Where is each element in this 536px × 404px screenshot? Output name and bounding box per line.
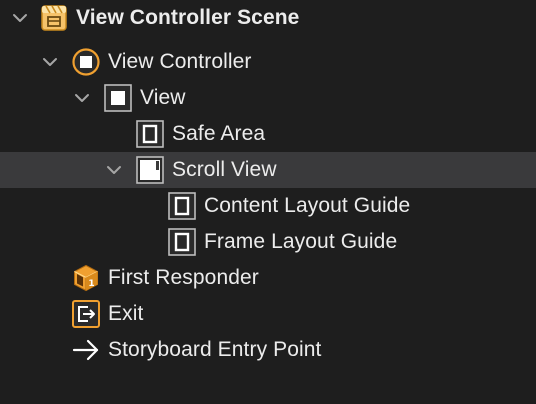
outline-item-view-controller-scene[interactable]: View Controller Scene [0, 0, 536, 36]
outline-item-label: Scroll View [172, 158, 277, 181]
outline-item-label: Frame Layout Guide [204, 230, 398, 253]
outline-item-label: View Controller [108, 50, 252, 73]
layout-guide-icon [168, 228, 196, 256]
arrow-right-icon [72, 336, 100, 364]
outline-item-label: Safe Area [172, 122, 266, 145]
outline-item-label: First Responder [108, 266, 259, 289]
outline-item-storyboard-entry-point[interactable]: Storyboard Entry Point [0, 332, 536, 368]
outline-item-safe-area[interactable]: Safe Area [0, 116, 536, 152]
outline-item-exit[interactable]: Exit [0, 296, 536, 332]
outline-item-label: View [140, 86, 186, 109]
outline-item-label: Content Layout Guide [204, 194, 411, 217]
chevron-down-icon[interactable] [40, 52, 60, 72]
outline-item-label: Exit [108, 302, 144, 325]
exit-icon [72, 300, 100, 328]
layout-guide-icon [168, 192, 196, 220]
outline-item-view-controller[interactable]: View Controller [0, 44, 536, 80]
outline-item-view[interactable]: View [0, 80, 536, 116]
outline-item-label: Storyboard Entry Point [108, 338, 322, 361]
svg-text:1: 1 [88, 279, 94, 289]
outline-item-content-layout-guide[interactable]: Content Layout Guide [0, 188, 536, 224]
outline-item-frame-layout-guide[interactable]: Frame Layout Guide [0, 224, 536, 260]
scroll-view-icon [136, 156, 164, 184]
chevron-down-icon[interactable] [104, 160, 124, 180]
chevron-down-icon[interactable] [72, 88, 92, 108]
layout-guide-icon [136, 120, 164, 148]
outline-item-first-responder[interactable]: 1 First Responder [0, 260, 536, 296]
outline-item-label: View Controller Scene [76, 6, 300, 29]
first-responder-icon: 1 [72, 264, 100, 292]
view-controller-icon [72, 48, 100, 76]
view-icon [104, 84, 132, 112]
scene-icon [40, 4, 68, 32]
outline-item-scroll-view[interactable]: Scroll View [0, 152, 536, 188]
document-outline: View Controller Scene View Controller Vi… [0, 0, 536, 404]
chevron-down-icon[interactable] [10, 8, 30, 28]
